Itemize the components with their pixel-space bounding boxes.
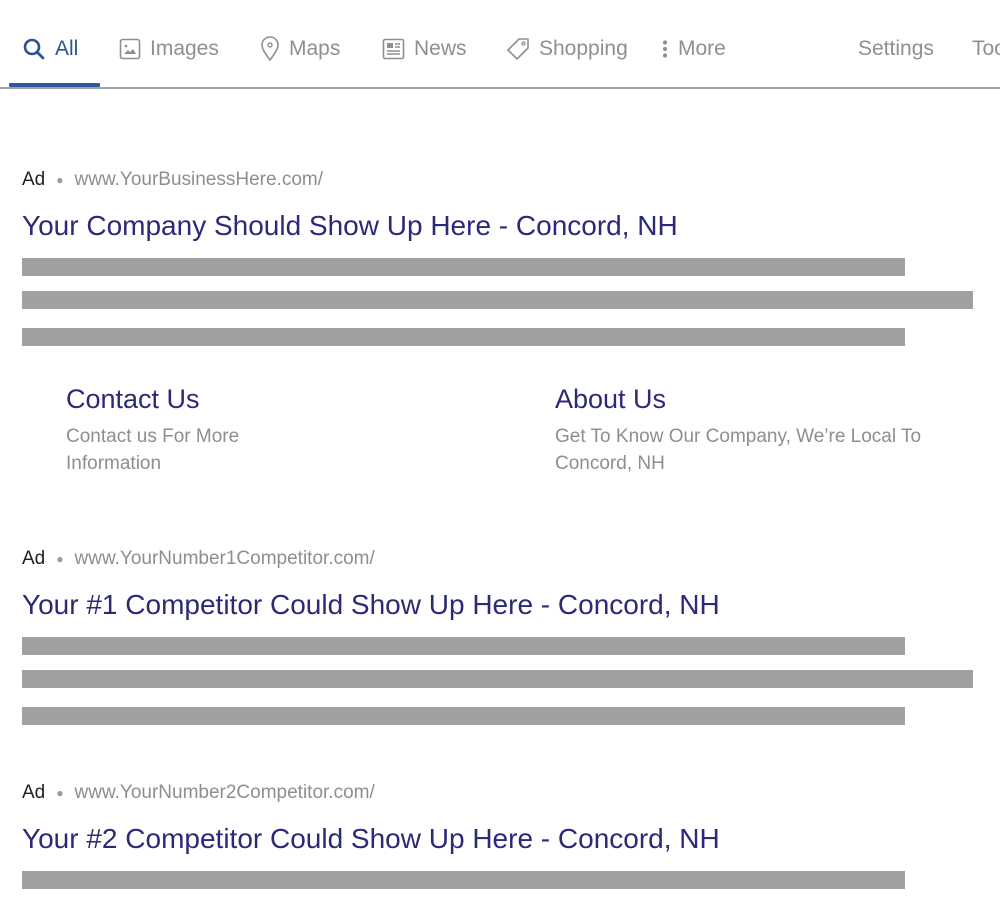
tab-label: More	[678, 37, 726, 60]
separator-dot: ●	[56, 552, 64, 566]
ad-url[interactable]: www.YourNumber2Competitor.com/	[75, 782, 375, 804]
tab-all[interactable]: All	[22, 34, 78, 64]
sitelink-title[interactable]: About Us	[555, 384, 925, 415]
description-placeholder-bar	[22, 871, 905, 889]
image-icon	[119, 38, 141, 60]
tab-news[interactable]: News	[382, 34, 467, 64]
separator-dot: ●	[56, 173, 64, 187]
tab-label: Images	[150, 37, 219, 60]
ad-result: Ad ● www.YourNumber2Competitor.com/ Your…	[22, 781, 982, 901]
newspaper-icon	[382, 38, 405, 60]
sitelink-title[interactable]: Contact Us	[66, 384, 296, 415]
tab-shopping[interactable]: Shopping	[506, 34, 628, 64]
description-placeholder-bar	[22, 707, 905, 725]
ad-url[interactable]: www.YourNumber1Competitor.com/	[75, 548, 375, 570]
search-tab-bar: All Images Maps News Shopping More Setti…	[0, 0, 1000, 89]
ad-title-link[interactable]: Your #2 Competitor Could Show Up Here - …	[22, 823, 720, 855]
ad-meta: Ad ● www.YourNumber2Competitor.com/	[22, 781, 375, 805]
ad-result: Ad ● www.YourNumber1Competitor.com/ Your…	[22, 547, 982, 737]
description-placeholder-bar	[22, 637, 905, 655]
ad-meta: Ad ● www.YourBusinessHere.com/	[22, 168, 323, 192]
ad-badge: Ad	[22, 782, 46, 803]
sitelink-contact-us: Contact Us Contact us For More Informati…	[66, 384, 296, 477]
tag-icon	[506, 37, 530, 61]
tab-images[interactable]: Images	[119, 34, 219, 64]
ad-result: Ad ● www.YourBusinessHere.com/ Your Comp…	[22, 168, 982, 488]
tab-label: News	[414, 37, 467, 60]
tab-label: Maps	[289, 37, 341, 60]
tab-label: All	[55, 37, 79, 60]
ad-meta: Ad ● www.YourNumber1Competitor.com/	[22, 547, 375, 571]
ad-title-link[interactable]: Your #1 Competitor Could Show Up Here - …	[22, 589, 720, 621]
ad-title-link[interactable]: Your Company Should Show Up Here - Conco…	[22, 210, 678, 242]
sitelink-description: Get To Know Our Company, We’re Local To …	[555, 426, 922, 474]
tools-link[interactable]: Tools	[972, 34, 1000, 64]
separator-dot: ●	[56, 786, 64, 800]
tab-label: Shopping	[539, 37, 628, 60]
sitelink-about-us: About Us Get To Know Our Company, We’re …	[555, 384, 925, 477]
description-placeholder-bar	[22, 258, 905, 276]
description-placeholder-bar	[22, 328, 905, 346]
sitelink-description: Contact us For More Information	[66, 426, 240, 474]
ad-url[interactable]: www.YourBusinessHere.com/	[75, 169, 324, 191]
settings-link[interactable]: Settings	[858, 34, 934, 64]
tools-label: Tools	[972, 37, 1000, 60]
ad-badge: Ad	[22, 548, 46, 569]
settings-label: Settings	[858, 37, 934, 60]
description-placeholder-bar	[22, 291, 973, 309]
search-icon	[22, 37, 46, 61]
description-placeholder-bar	[22, 670, 973, 688]
more-vertical-icon	[662, 39, 668, 59]
tab-bar-divider	[0, 87, 1000, 89]
tab-maps[interactable]: Maps	[260, 34, 340, 64]
tab-more[interactable]: More	[662, 34, 726, 64]
ad-badge: Ad	[22, 169, 46, 190]
map-pin-icon	[260, 36, 280, 62]
